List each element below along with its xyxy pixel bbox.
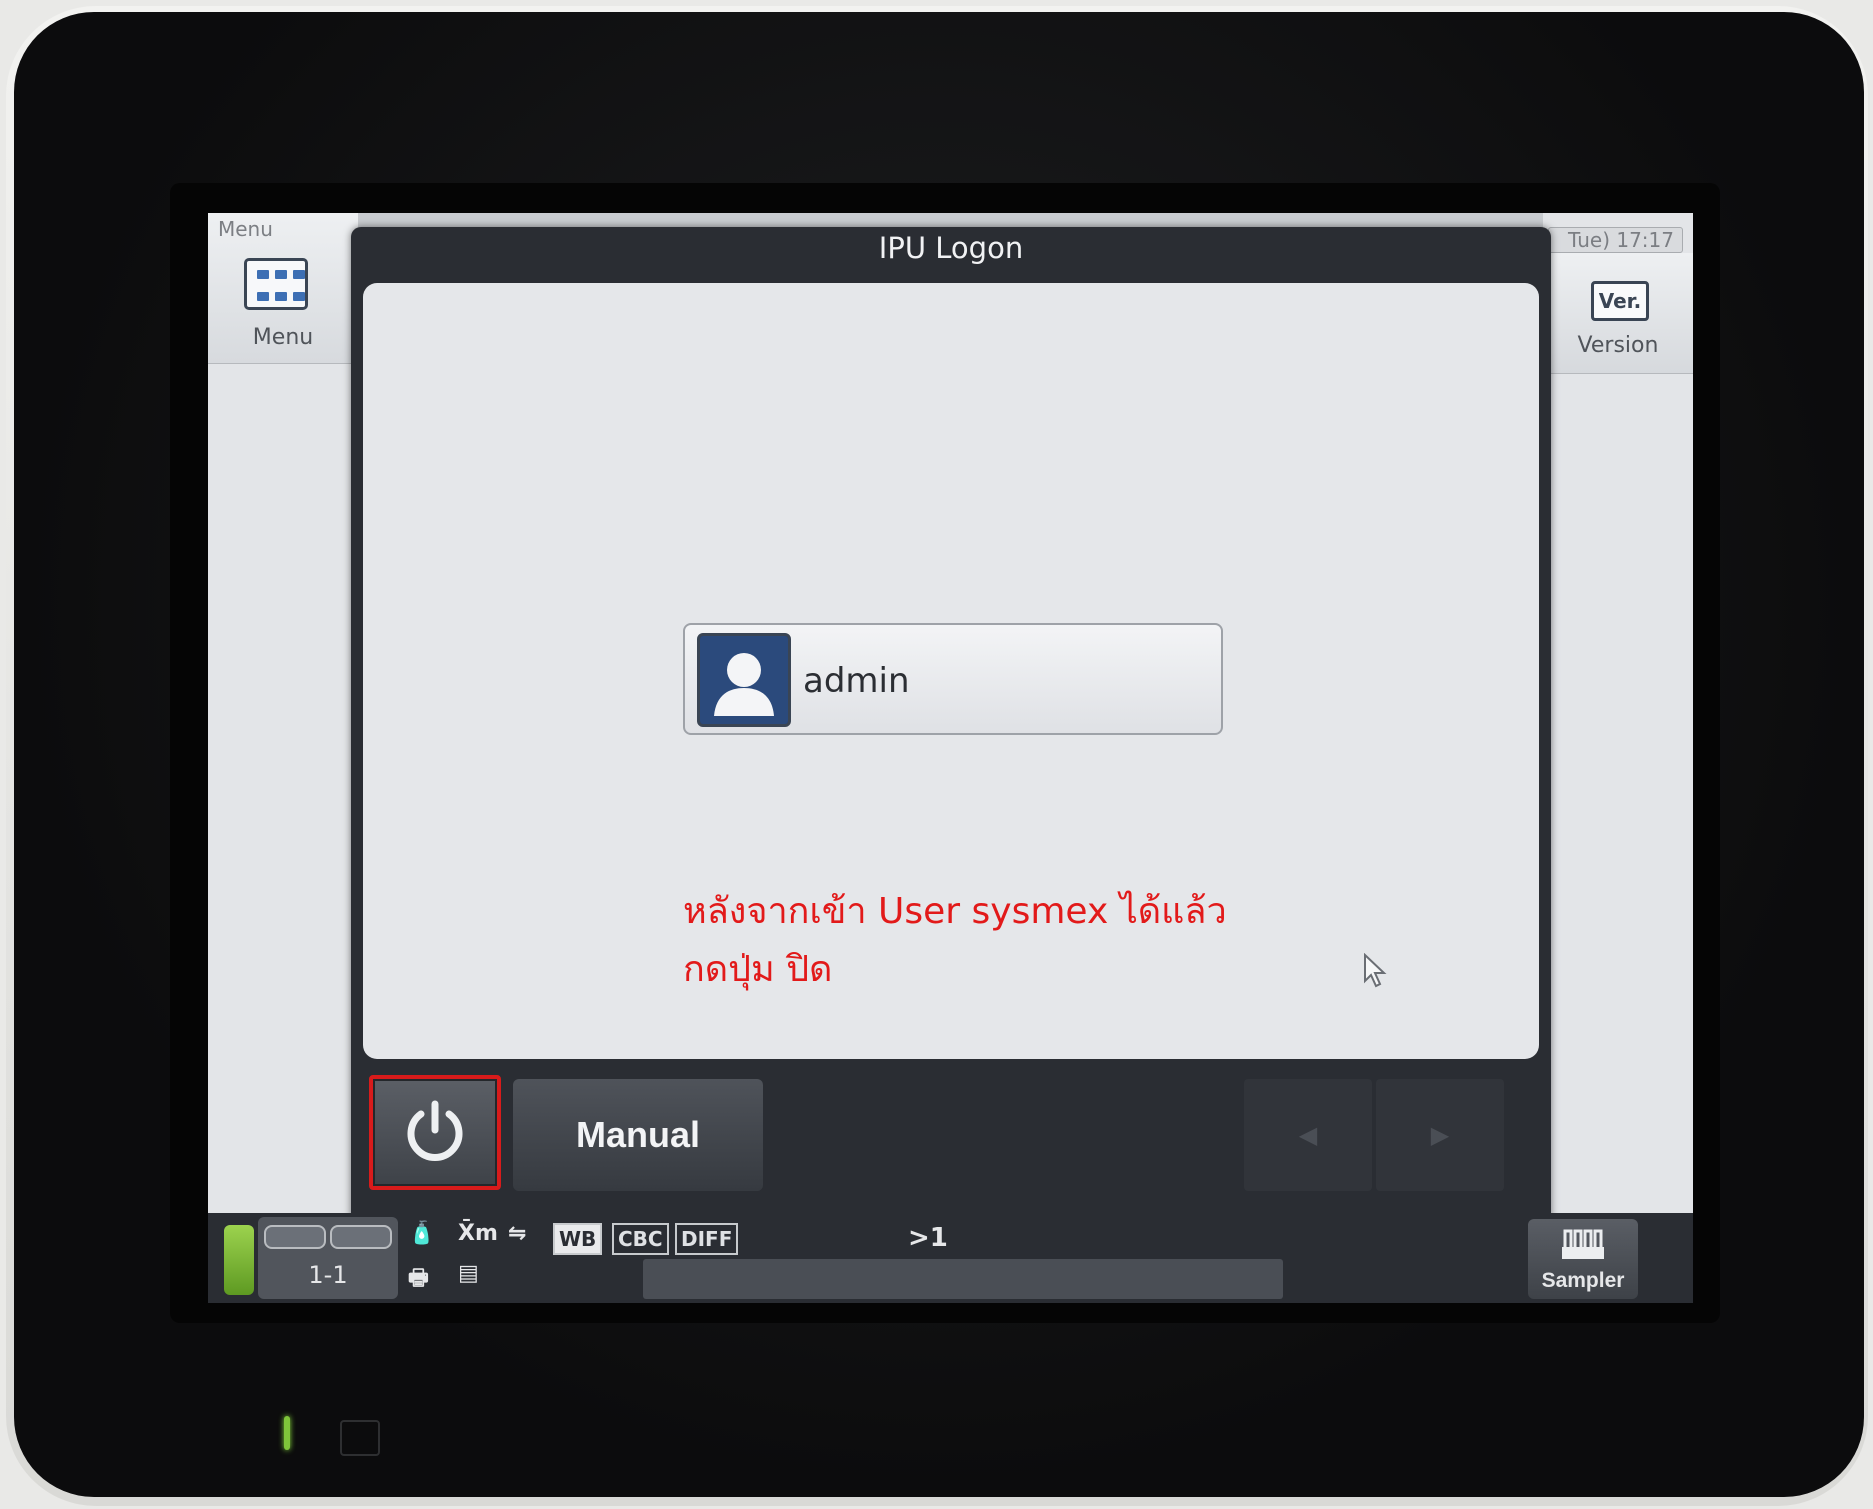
page-prev-button[interactable]: ◀ <box>1244 1079 1372 1191</box>
document-icon: ▤ <box>458 1261 479 1286</box>
version-icon: Ver. <box>1591 281 1649 321</box>
sampler-icon <box>1562 1229 1604 1259</box>
menu-label: Menu <box>252 325 314 350</box>
rack-icon <box>330 1225 392 1249</box>
rack-icon <box>264 1225 326 1249</box>
photo: Menu Menu Ver. Version Tue) 17:17 IPU Lo… <box>0 0 1873 1509</box>
page-next-button[interactable]: ▶ <box>1376 1079 1504 1191</box>
sampler-button[interactable]: Sampler <box>1528 1219 1638 1299</box>
version-button[interactable]: Ver. Version <box>1543 253 1693 374</box>
menu-button[interactable]: Menu Menu <box>208 213 358 364</box>
annotation-line-1: หลังจากเข้า User sysmex ได้แล้ว <box>683 891 1227 932</box>
rack-position[interactable]: 1-1 <box>258 1217 398 1299</box>
power-icon <box>407 1100 463 1161</box>
sampler-label: Sampler <box>1541 1269 1625 1292</box>
dialog-title: IPU Logon <box>878 231 1024 265</box>
mode-diff[interactable]: DIFF <box>675 1223 739 1255</box>
clock: Tue) 17:17 <box>1548 227 1683 253</box>
sample-count: >1 <box>908 1223 948 1253</box>
version-label: Version <box>1577 333 1659 358</box>
status-bar: 1-1 🧴 🖶 X̄m ▤ ⇋ WB CBC DIFF >1 Sampler <box>208 1213 1693 1303</box>
mode-wb[interactable]: WB <box>553 1223 603 1255</box>
menu-caption: Menu <box>218 217 273 241</box>
mouse-cursor-icon <box>1364 953 1387 988</box>
version-pane: Ver. Version <box>1543 213 1693 1213</box>
manual-button[interactable]: Manual <box>513 1079 763 1191</box>
xbar-m-icon: X̄m <box>458 1221 498 1246</box>
user-tile-admin[interactable]: admin <box>683 623 1223 735</box>
annotation-line-2: กดปุ่ม ปิด <box>683 949 833 990</box>
printer-icon: 🖶 <box>408 1266 429 1291</box>
bezel-sensor <box>340 1420 380 1456</box>
menu-grid-icon <box>244 258 308 310</box>
user-name: admin <box>803 661 910 701</box>
menu-pane: Menu Menu <box>208 213 358 1213</box>
ready-indicator <box>224 1225 254 1295</box>
logon-dialog: IPU Logon admin หลังจากเข้า User sysmex … <box>351 227 1551 1227</box>
power-led <box>284 1416 290 1450</box>
instruction-annotation: หลังจากเข้า User sysmex ได้แล้ว กดปุ่ม ป… <box>683 883 1383 999</box>
power-off-button[interactable] <box>369 1075 501 1190</box>
dialog-body: admin หลังจากเข้า User sysmex ได้แล้ว กด… <box>363 283 1539 1059</box>
transfer-icon: ⇋ <box>508 1221 527 1246</box>
mode-cbc[interactable]: CBC <box>612 1223 669 1255</box>
user-avatar-icon <box>697 633 791 727</box>
progress-bar <box>643 1259 1283 1299</box>
rack-label: 1-1 <box>308 1261 348 1289</box>
reagent-bottle-icon: 🧴 <box>408 1221 436 1246</box>
touch-screen: Menu Menu Ver. Version Tue) 17:17 IPU Lo… <box>208 213 1693 1303</box>
